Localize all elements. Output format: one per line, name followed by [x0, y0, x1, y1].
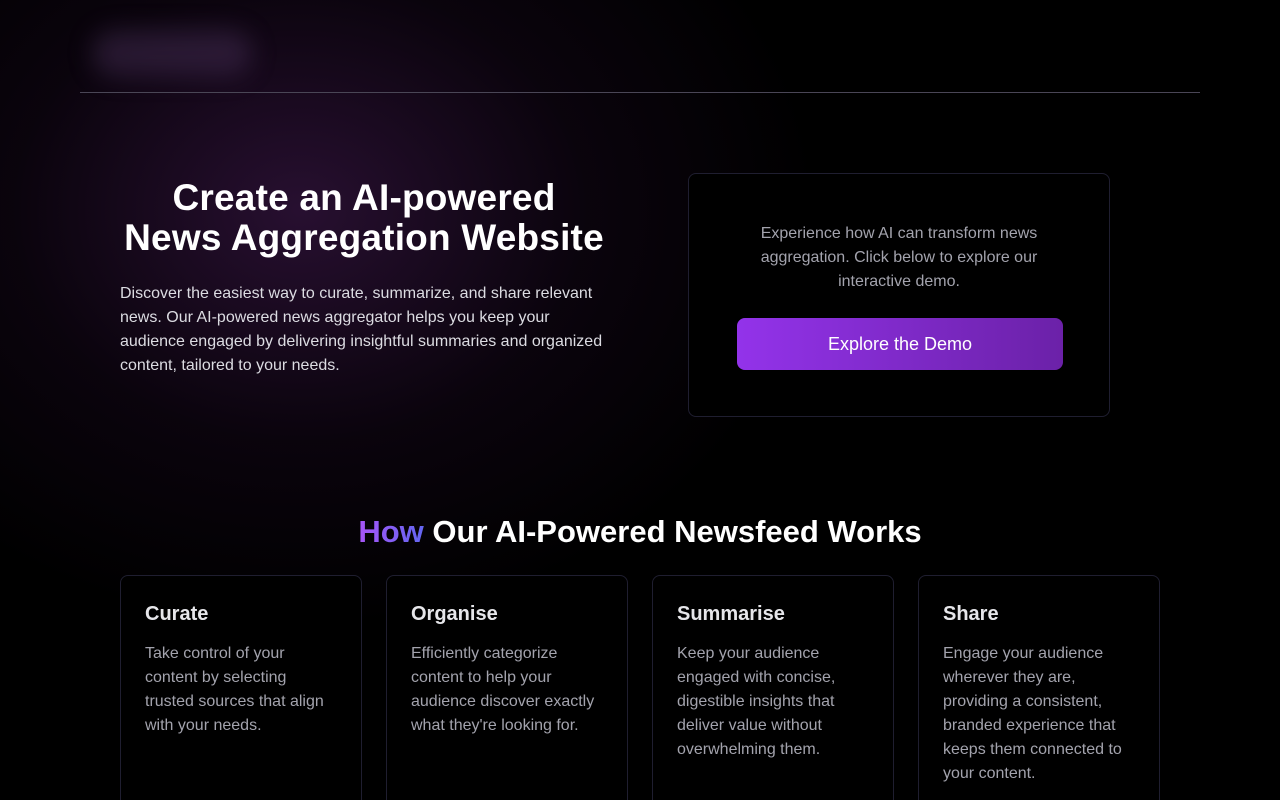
hero-description: Discover the easiest way to curate, summ… — [120, 285, 603, 374]
feature-card-description: Keep your audience engaged with concise,… — [677, 645, 836, 758]
how-title-accent: How — [358, 514, 424, 549]
demo-description: Experience how AI can transform news agg… — [760, 225, 1038, 290]
feature-card-curate: Curate Take control of your content by s… — [120, 575, 362, 800]
feature-card-description: Efficiently categorize content to help y… — [411, 645, 595, 734]
feature-card-title: Organise — [411, 603, 498, 625]
site-logo[interactable] — [92, 30, 252, 76]
feature-card-title: Curate — [145, 603, 209, 625]
feature-card-organise: Organise Efficiently categorize content … — [386, 575, 628, 800]
landing-page: Create an AI-powered News Aggregation We… — [0, 0, 1280, 800]
feature-card-title: Summarise — [677, 603, 785, 625]
feature-card-title: Share — [943, 603, 999, 625]
feature-card-description: Take control of your content by selectin… — [145, 645, 324, 734]
feature-cards: Curate Take control of your content by s… — [120, 575, 1160, 800]
hero-section: Create an AI-powered News Aggregation We… — [120, 178, 608, 378]
how-it-works-title: How Our AI-Powered Newsfeed Works — [0, 512, 1280, 552]
feature-card-description: Engage your audience wherever they are, … — [943, 645, 1122, 782]
demo-card: Experience how AI can transform news agg… — [688, 173, 1110, 417]
explore-demo-button[interactable]: Explore the Demo — [737, 318, 1063, 370]
hero-title: Create an AI-powered News Aggregation We… — [124, 177, 604, 258]
header-divider — [80, 92, 1200, 93]
how-title-rest: Our AI-Powered Newsfeed Works — [423, 514, 922, 549]
feature-card-share: Share Engage your audience wherever they… — [918, 575, 1160, 800]
feature-card-summarise: Summarise Keep your audience engaged wit… — [652, 575, 894, 800]
